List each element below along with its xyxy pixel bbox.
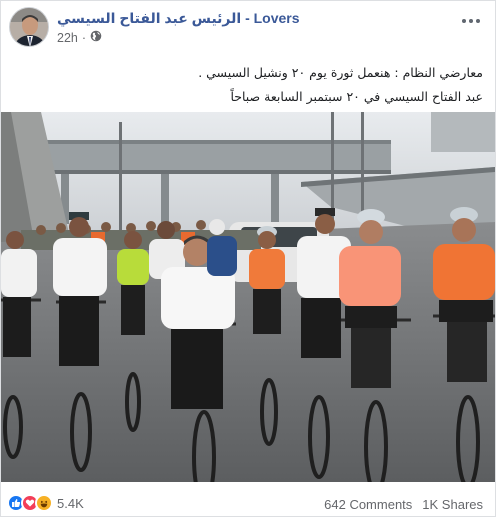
- shares-count-link[interactable]: 1K Shares: [422, 497, 483, 512]
- post-text: معارضي النظام : هنعمل ثورة يوم ٢٠ ونشيل …: [13, 61, 483, 109]
- post-meta: 22h ·: [57, 30, 102, 45]
- post-timestamp[interactable]: 22h: [57, 31, 78, 45]
- post-footer: 5.4K 642 Comments 1K Shares: [1, 488, 495, 517]
- post-text-line-1: معارضي النظام : هنعمل ثورة يوم ٢٠ ونشيل …: [198, 65, 483, 80]
- page-name-link[interactable]: الرئيس عبد الفتاح السيسي - Lovers: [57, 10, 300, 27]
- globe-icon[interactable]: [90, 30, 102, 45]
- post-stats: 642 Comments 1K Shares: [324, 497, 483, 512]
- post-header: الرئيس عبد الفتاح السيسي - Lovers 22h ·: [1, 1, 495, 53]
- dot-separator: ·: [81, 30, 87, 45]
- haha-icon: [35, 494, 53, 512]
- page-avatar[interactable]: [9, 7, 49, 47]
- facebook-post-card: الرئيس عبد الفتاح السيسي - Lovers 22h · …: [0, 0, 496, 517]
- post-text-line-2: عبد الفتاح السيسي في ٢٠ سبتمبر السابعة ص…: [230, 89, 483, 104]
- reactions-summary[interactable]: 5.4K: [7, 494, 84, 512]
- post-photo[interactable]: [1, 112, 495, 482]
- more-options-icon[interactable]: [459, 11, 483, 31]
- reaction-count[interactable]: 5.4K: [57, 496, 84, 511]
- comments-count-link[interactable]: 642 Comments: [324, 497, 412, 512]
